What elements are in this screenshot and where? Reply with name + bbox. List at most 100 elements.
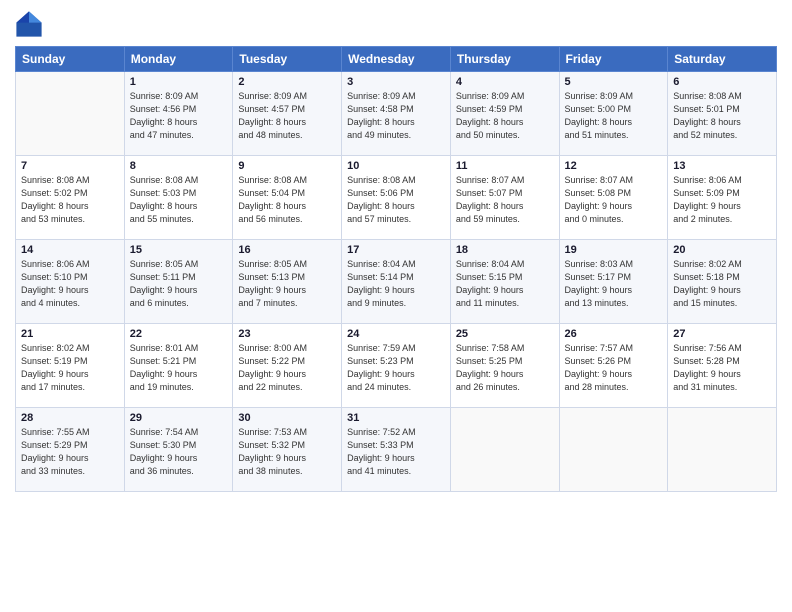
day-info: Sunrise: 8:08 AM Sunset: 5:04 PM Dayligh… bbox=[238, 174, 336, 226]
day-info: Sunrise: 7:57 AM Sunset: 5:26 PM Dayligh… bbox=[565, 342, 663, 394]
calendar-cell: 1 Sunrise: 8:09 AM Sunset: 4:56 PM Daylig… bbox=[124, 72, 233, 156]
day-info: Sunrise: 8:04 AM Sunset: 5:15 PM Dayligh… bbox=[456, 258, 554, 310]
calendar-cell: 15 Sunrise: 8:05 AM Sunset: 5:11 PM Dayli… bbox=[124, 240, 233, 324]
day-info: Sunrise: 8:08 AM Sunset: 5:06 PM Dayligh… bbox=[347, 174, 445, 226]
day-info: Sunrise: 7:52 AM Sunset: 5:33 PM Dayligh… bbox=[347, 426, 445, 478]
calendar-cell: 7 Sunrise: 8:08 AM Sunset: 5:02 PM Daylig… bbox=[16, 156, 125, 240]
day-info: Sunrise: 8:08 AM Sunset: 5:01 PM Dayligh… bbox=[673, 90, 771, 142]
day-number: 21 bbox=[21, 328, 119, 340]
page: SundayMondayTuesdayWednesdayThursdayFrid… bbox=[0, 0, 792, 612]
day-info: Sunrise: 7:56 AM Sunset: 5:28 PM Dayligh… bbox=[673, 342, 771, 394]
day-number: 3 bbox=[347, 76, 445, 88]
day-number: 8 bbox=[130, 160, 228, 172]
day-number: 11 bbox=[456, 160, 554, 172]
weekday-header-wednesday: Wednesday bbox=[342, 47, 451, 72]
day-number: 1 bbox=[130, 76, 228, 88]
weekday-header-saturday: Saturday bbox=[668, 47, 777, 72]
day-number: 29 bbox=[130, 412, 228, 424]
day-number: 15 bbox=[130, 244, 228, 256]
calendar-cell bbox=[668, 408, 777, 492]
day-info: Sunrise: 8:02 AM Sunset: 5:19 PM Dayligh… bbox=[21, 342, 119, 394]
calendar-cell: 20Sunrise: 8:02 AM Sunset: 5:18 PM Dayli… bbox=[668, 240, 777, 324]
calendar-cell: 21 Sunrise: 8:02 AM Sunset: 5:19 PM Dayli… bbox=[16, 324, 125, 408]
calendar-cell: 2 Sunrise: 8:09 AM Sunset: 4:57 PM Daylig… bbox=[233, 72, 342, 156]
day-number: 13 bbox=[673, 160, 771, 172]
day-info: Sunrise: 8:07 AM Sunset: 5:07 PM Dayligh… bbox=[456, 174, 554, 226]
calendar-cell: 13 Sunrise: 8:06 AM Sunset: 5:09 PM Dayli… bbox=[668, 156, 777, 240]
day-info: Sunrise: 8:09 AM Sunset: 4:59 PM Dayligh… bbox=[456, 90, 554, 142]
calendar-cell: 30Sunrise: 7:53 AM Sunset: 5:32 PM Dayli… bbox=[233, 408, 342, 492]
calendar-cell: 24 Sunrise: 7:59 AM Sunset: 5:23 PM Dayli… bbox=[342, 324, 451, 408]
logo-icon bbox=[15, 10, 43, 38]
calendar-cell: 5 Sunrise: 8:09 AM Sunset: 5:00 PM Daylig… bbox=[559, 72, 668, 156]
day-info: Sunrise: 7:54 AM Sunset: 5:30 PM Dayligh… bbox=[130, 426, 228, 478]
weekday-header-sunday: Sunday bbox=[16, 47, 125, 72]
day-number: 10 bbox=[347, 160, 445, 172]
day-info: Sunrise: 8:00 AM Sunset: 5:22 PM Dayligh… bbox=[238, 342, 336, 394]
weekday-header-tuesday: Tuesday bbox=[233, 47, 342, 72]
day-info: Sunrise: 8:09 AM Sunset: 5:00 PM Dayligh… bbox=[565, 90, 663, 142]
day-info: Sunrise: 8:06 AM Sunset: 5:09 PM Dayligh… bbox=[673, 174, 771, 226]
calendar-cell: 17Sunrise: 8:04 AM Sunset: 5:14 PM Dayli… bbox=[342, 240, 451, 324]
calendar-cell: 18 Sunrise: 8:04 AM Sunset: 5:15 PM Dayli… bbox=[450, 240, 559, 324]
calendar-cell: 12Sunrise: 8:07 AM Sunset: 5:08 PM Dayli… bbox=[559, 156, 668, 240]
calendar-cell: 27 Sunrise: 7:56 AM Sunset: 5:28 PM Dayli… bbox=[668, 324, 777, 408]
day-number: 14 bbox=[21, 244, 119, 256]
calendar-cell: 11 Sunrise: 8:07 AM Sunset: 5:07 PM Dayli… bbox=[450, 156, 559, 240]
calendar-cell: 25Sunrise: 7:58 AM Sunset: 5:25 PM Dayli… bbox=[450, 324, 559, 408]
day-number: 28 bbox=[21, 412, 119, 424]
calendar-cell: 3 Sunrise: 8:09 AM Sunset: 4:58 PM Daylig… bbox=[342, 72, 451, 156]
day-number: 5 bbox=[565, 76, 663, 88]
day-number: 26 bbox=[565, 328, 663, 340]
day-info: Sunrise: 8:04 AM Sunset: 5:14 PM Dayligh… bbox=[347, 258, 445, 310]
day-number: 24 bbox=[347, 328, 445, 340]
day-number: 27 bbox=[673, 328, 771, 340]
day-info: Sunrise: 8:01 AM Sunset: 5:21 PM Dayligh… bbox=[130, 342, 228, 394]
day-info: Sunrise: 8:07 AM Sunset: 5:08 PM Dayligh… bbox=[565, 174, 663, 226]
calendar-cell: 23 Sunrise: 8:00 AM Sunset: 5:22 PM Dayli… bbox=[233, 324, 342, 408]
day-info: Sunrise: 8:08 AM Sunset: 5:03 PM Dayligh… bbox=[130, 174, 228, 226]
day-info: Sunrise: 7:55 AM Sunset: 5:29 PM Dayligh… bbox=[21, 426, 119, 478]
weekday-header-thursday: Thursday bbox=[450, 47, 559, 72]
calendar-cell: 19 Sunrise: 8:03 AM Sunset: 5:17 PM Dayli… bbox=[559, 240, 668, 324]
day-info: Sunrise: 7:59 AM Sunset: 5:23 PM Dayligh… bbox=[347, 342, 445, 394]
calendar-cell: 26 Sunrise: 7:57 AM Sunset: 5:26 PM Dayli… bbox=[559, 324, 668, 408]
calendar-cell: 14 Sunrise: 8:06 AM Sunset: 5:10 PM Dayli… bbox=[16, 240, 125, 324]
day-number: 23 bbox=[238, 328, 336, 340]
day-info: Sunrise: 8:09 AM Sunset: 4:57 PM Dayligh… bbox=[238, 90, 336, 142]
calendar-table: SundayMondayTuesdayWednesdayThursdayFrid… bbox=[15, 46, 777, 492]
day-info: Sunrise: 8:08 AM Sunset: 5:02 PM Dayligh… bbox=[21, 174, 119, 226]
calendar-cell: 22Sunrise: 8:01 AM Sunset: 5:21 PM Dayli… bbox=[124, 324, 233, 408]
day-number: 18 bbox=[456, 244, 554, 256]
day-info: Sunrise: 8:03 AM Sunset: 5:17 PM Dayligh… bbox=[565, 258, 663, 310]
calendar-cell: 28 Sunrise: 7:55 AM Sunset: 5:29 PM Dayli… bbox=[16, 408, 125, 492]
day-number: 30 bbox=[238, 412, 336, 424]
day-info: Sunrise: 8:09 AM Sunset: 4:56 PM Dayligh… bbox=[130, 90, 228, 142]
calendar-week-4: 21 Sunrise: 8:02 AM Sunset: 5:19 PM Dayli… bbox=[16, 324, 777, 408]
logo bbox=[15, 10, 47, 38]
day-number: 20 bbox=[673, 244, 771, 256]
day-info: Sunrise: 8:06 AM Sunset: 5:10 PM Dayligh… bbox=[21, 258, 119, 310]
day-number: 31 bbox=[347, 412, 445, 424]
calendar-cell bbox=[450, 408, 559, 492]
calendar-week-2: 7 Sunrise: 8:08 AM Sunset: 5:02 PM Daylig… bbox=[16, 156, 777, 240]
day-info: Sunrise: 8:05 AM Sunset: 5:13 PM Dayligh… bbox=[238, 258, 336, 310]
calendar-cell: 6Sunrise: 8:08 AM Sunset: 5:01 PM Daylig… bbox=[668, 72, 777, 156]
day-number: 2 bbox=[238, 76, 336, 88]
day-info: Sunrise: 8:09 AM Sunset: 4:58 PM Dayligh… bbox=[347, 90, 445, 142]
weekday-header-friday: Friday bbox=[559, 47, 668, 72]
day-info: Sunrise: 7:58 AM Sunset: 5:25 PM Dayligh… bbox=[456, 342, 554, 394]
calendar-cell: 29 Sunrise: 7:54 AM Sunset: 5:30 PM Dayli… bbox=[124, 408, 233, 492]
day-info: Sunrise: 8:05 AM Sunset: 5:11 PM Dayligh… bbox=[130, 258, 228, 310]
weekday-header-row: SundayMondayTuesdayWednesdayThursdayFrid… bbox=[16, 47, 777, 72]
day-number: 7 bbox=[21, 160, 119, 172]
calendar-cell: 16 Sunrise: 8:05 AM Sunset: 5:13 PM Dayli… bbox=[233, 240, 342, 324]
day-number: 16 bbox=[238, 244, 336, 256]
calendar-cell bbox=[559, 408, 668, 492]
calendar-cell: 8 Sunrise: 8:08 AM Sunset: 5:03 PM Daylig… bbox=[124, 156, 233, 240]
header bbox=[15, 10, 777, 38]
day-number: 19 bbox=[565, 244, 663, 256]
calendar-week-3: 14 Sunrise: 8:06 AM Sunset: 5:10 PM Dayli… bbox=[16, 240, 777, 324]
calendar-week-1: 1 Sunrise: 8:09 AM Sunset: 4:56 PM Daylig… bbox=[16, 72, 777, 156]
calendar-week-5: 28 Sunrise: 7:55 AM Sunset: 5:29 PM Dayli… bbox=[16, 408, 777, 492]
